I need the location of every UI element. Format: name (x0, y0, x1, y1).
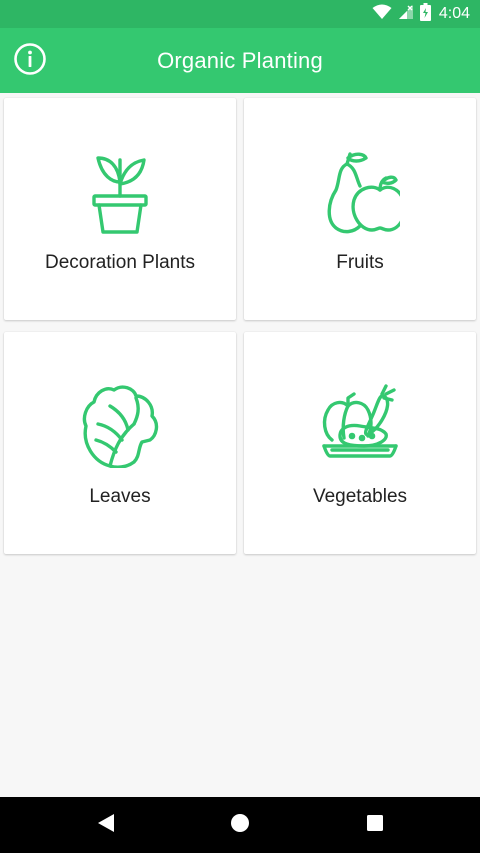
back-icon (96, 812, 116, 839)
wifi-icon (372, 4, 392, 25)
info-icon (13, 42, 47, 81)
status-bar: 4:04 (0, 0, 480, 28)
recents-icon (366, 814, 384, 837)
status-icons: 4:04 (372, 2, 470, 26)
vegetables-icon (320, 384, 400, 468)
home-button[interactable] (224, 809, 256, 841)
app-bar: Organic Planting (0, 28, 480, 93)
category-card-decoration-plants[interactable]: Decoration Plants (4, 98, 236, 320)
category-card-vegetables[interactable]: Vegetables (244, 332, 476, 554)
page-title: Organic Planting (157, 48, 323, 73)
fruits-icon (320, 150, 407, 234)
cell-signal-icon (398, 4, 414, 25)
category-label: Fruits (336, 252, 384, 273)
recents-button[interactable] (359, 809, 391, 841)
battery-icon (419, 2, 431, 26)
navigation-bar (0, 797, 480, 853)
category-label: Leaves (89, 486, 151, 507)
potted-plant-icon (80, 150, 160, 234)
home-icon (230, 813, 250, 838)
info-button[interactable] (12, 42, 48, 81)
category-label: Vegetables (312, 486, 408, 507)
category-label: Decoration Plants (45, 252, 195, 273)
back-button[interactable] (90, 809, 122, 841)
leaf-icon (80, 384, 160, 469)
category-card-leaves[interactable]: Leaves (4, 332, 236, 554)
category-card-fruits[interactable]: Fruits (244, 98, 476, 320)
status-time: 4:04 (438, 5, 470, 22)
